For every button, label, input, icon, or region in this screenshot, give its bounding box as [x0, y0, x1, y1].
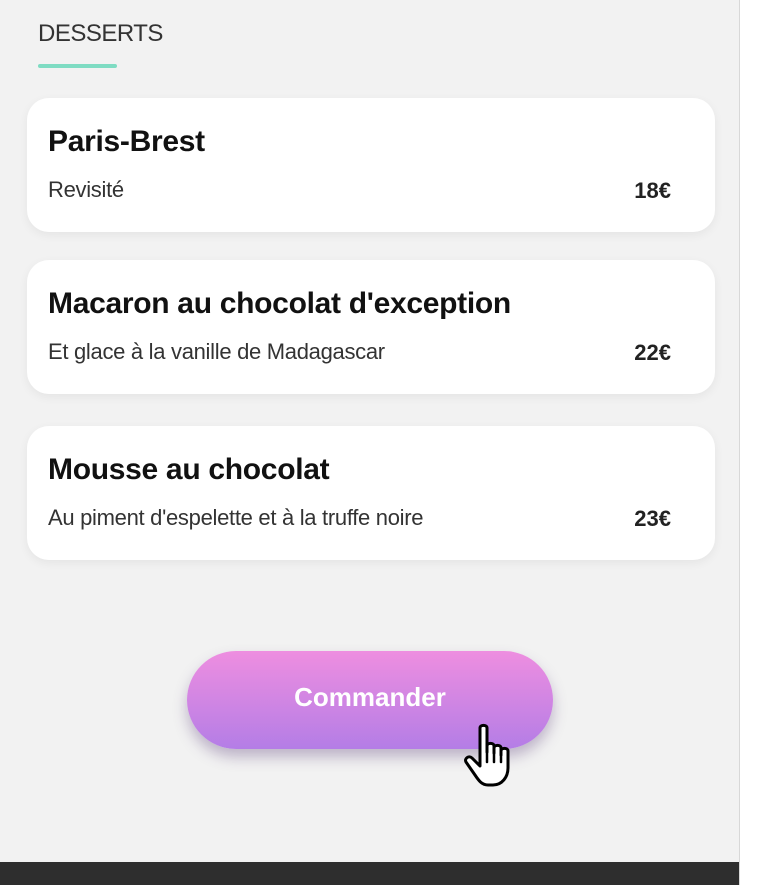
menu-item-name: Mousse au chocolat — [48, 453, 330, 486]
menu-item-price: 18€ — [634, 178, 671, 203]
menu-item-card[interactable]: Mousse au chocolat Au piment d'espelette… — [27, 426, 715, 560]
menu-item-name: Macaron au chocolat d'exception — [48, 287, 511, 320]
menu-item-card[interactable]: Macaron au chocolat d'exception Et glace… — [27, 260, 715, 394]
section-title: DESSERTS — [38, 20, 163, 47]
app-screen: DESSERTS Paris-Brest Revisité 18€ Macaro… — [0, 0, 739, 885]
menu-item-description: Et glace à la vanille de Madagascar — [48, 339, 385, 364]
bottom-bar — [0, 862, 739, 885]
menu-item-name: Paris-Brest — [48, 125, 205, 158]
menu-item-price: 23€ — [634, 506, 671, 531]
screen-edge-divider — [739, 0, 740, 885]
hand-pointer-icon — [464, 723, 510, 787]
menu-item-description: Revisité — [48, 177, 124, 202]
menu-item-description: Au piment d'espelette et à la truffe noi… — [48, 505, 424, 530]
menu-item-card[interactable]: Paris-Brest Revisité 18€ — [27, 98, 715, 232]
menu-item-price: 22€ — [634, 340, 671, 365]
section-title-underline — [38, 64, 117, 68]
